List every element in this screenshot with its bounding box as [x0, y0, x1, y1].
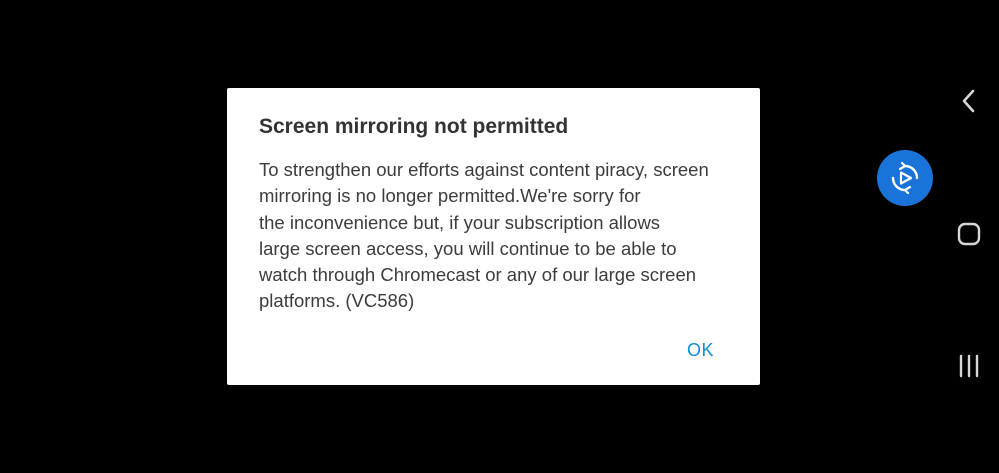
message-line: watch through Chromecast or any of our l…	[259, 264, 697, 286]
screen-rotate-button[interactable]	[877, 150, 933, 206]
recents-lines-icon	[959, 354, 979, 378]
back-button[interactable]	[954, 86, 984, 116]
dialog-message: To strengthen our efforts against conten…	[259, 157, 727, 315]
screen-background: Screen mirroring not permitted To streng…	[0, 0, 999, 473]
chevron-left-icon	[962, 89, 975, 113]
message-line: the inconvenience but, if your subscript…	[259, 211, 661, 233]
message-line: To strengthen our efforts against conten…	[259, 159, 709, 180]
message-line: large screen access, you will continue t…	[259, 237, 677, 259]
rounded-square-home-icon	[957, 222, 981, 246]
ok-button[interactable]: OK	[687, 340, 714, 361]
screen-rotate-icon	[891, 161, 919, 195]
recents-button[interactable]	[954, 351, 984, 381]
message-line: mirroring is no longer permitted.We're s…	[259, 185, 641, 207]
message-line: platforms. (VC586)	[259, 290, 415, 312]
alert-dialog: Screen mirroring not permitted To streng…	[227, 88, 760, 385]
home-button[interactable]	[954, 219, 984, 249]
navigation-bar	[940, 0, 999, 473]
dialog-title: Screen mirroring not permitted	[259, 115, 569, 138]
